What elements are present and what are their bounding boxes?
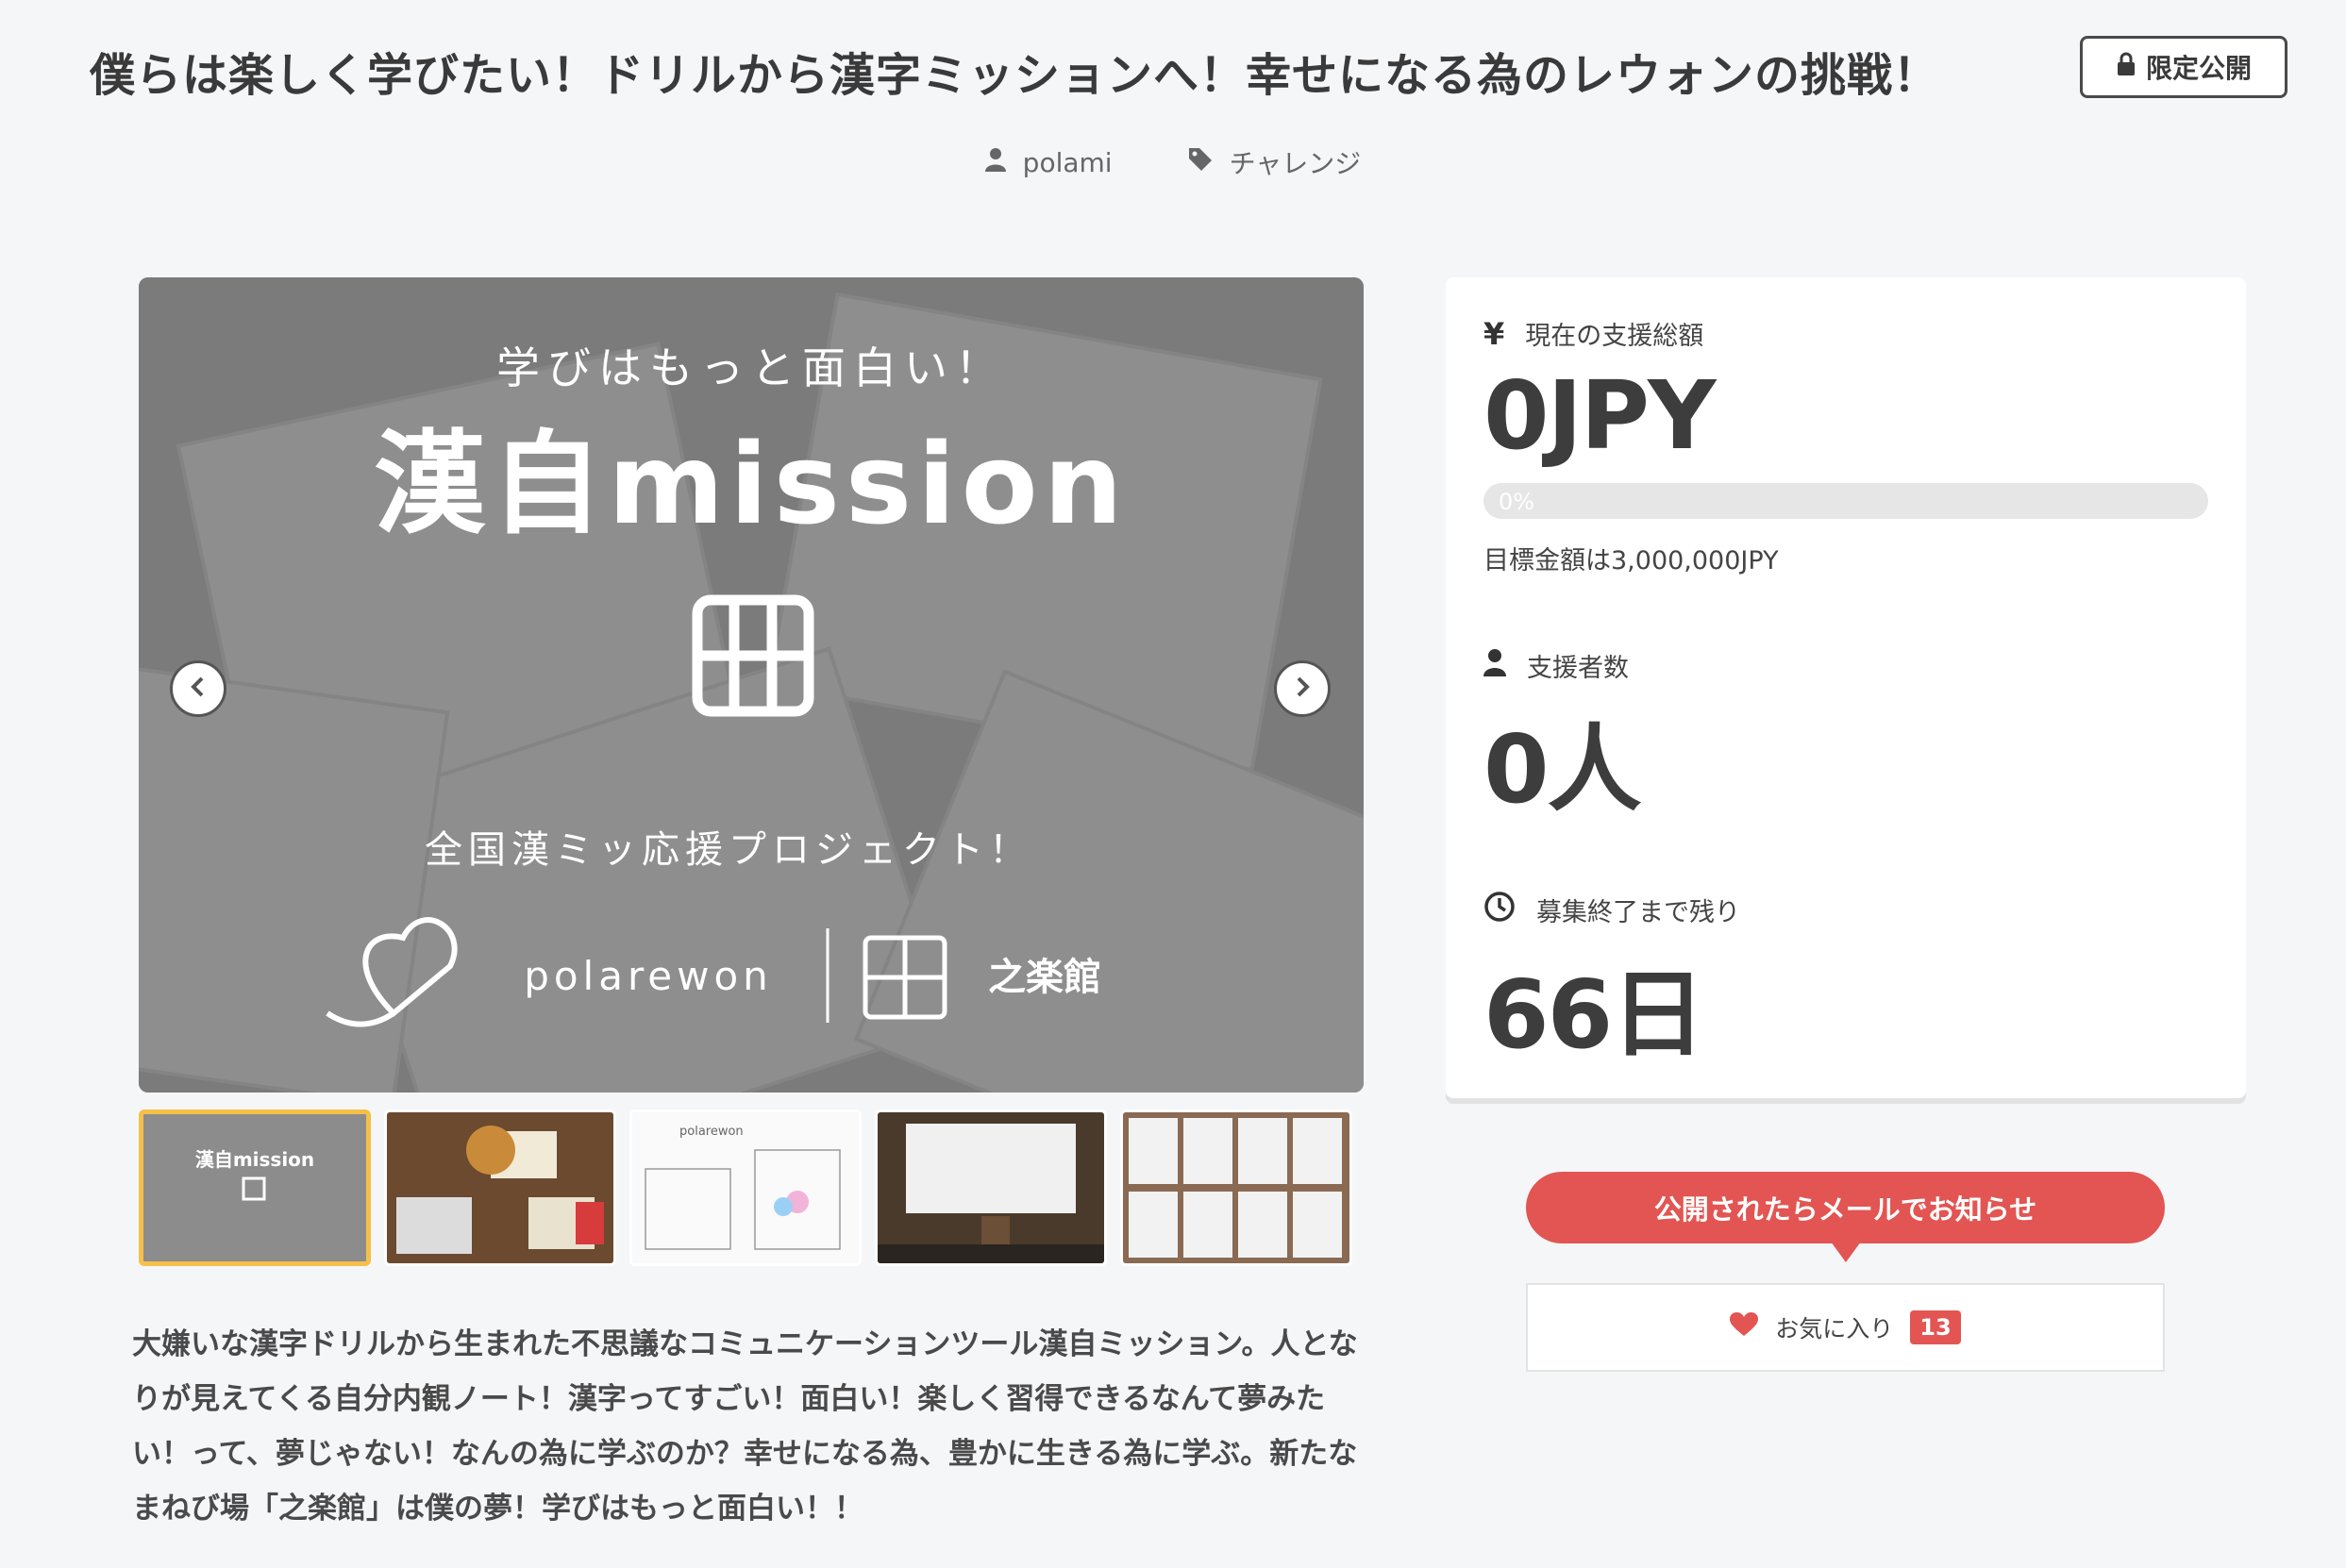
thumbnail-2[interactable] [384, 1109, 616, 1266]
notify-me-button[interactable]: 公開されたらメールでお知らせ [1526, 1172, 2165, 1243]
image-tagline: 学びはもっと面白い！ [496, 342, 1006, 393]
user-icon [1483, 648, 1506, 683]
category-link[interactable]: チャレンジ [1188, 143, 1362, 181]
badge-label: 限定公開 [2145, 53, 2252, 84]
image-logo: 漢自mission [374, 419, 1128, 549]
heart-icon [1730, 1312, 1759, 1343]
thumbnail-1-label: 漢自mission [195, 1148, 314, 1171]
image-brand-right: 之楽館 [988, 956, 1101, 999]
category-name: チャレンジ [1229, 148, 1362, 179]
progress-text: 0% [1499, 489, 1535, 515]
favorite-button[interactable]: お気に入り 13 [1526, 1283, 2165, 1372]
thumbnail-1[interactable]: 漢自mission [139, 1109, 371, 1266]
main-image-art: 学びはもっと面白い！ 漢自mission 全国漢ミッ応援プロジェクト！ pola… [139, 277, 1364, 1093]
thumbnail-4[interactable] [875, 1109, 1107, 1266]
lock-icon [2116, 52, 2137, 83]
stats-card: ¥ 現在の支援総額 0JPY 0% 目標金額は3,000,000JPY 支援者数… [1446, 277, 2246, 1098]
remaining-label: 募集終了まで残り [1483, 891, 1740, 929]
favorite-label: お気に入り [1775, 1315, 1894, 1343]
supporters-label-text: 支援者数 [1527, 654, 1629, 683]
supporters-value: 0人 [1483, 714, 1642, 825]
funding-label-text: 現在の支援総額 [1525, 322, 1704, 351]
user-icon [984, 147, 1006, 178]
thumbnail-strip: 漢自mission polarewon [139, 1109, 1352, 1266]
tag-icon [1188, 147, 1213, 178]
author-name: polami [1022, 146, 1113, 178]
notify-button-tail [1831, 1242, 1861, 1262]
goal-amount: 目標金額は3,000,000JPY [1483, 546, 1779, 575]
author-link[interactable]: polami [984, 143, 1113, 181]
project-meta: polami チャレンジ [0, 143, 2346, 181]
thumbnail-3-label: polarewon [679, 1125, 744, 1139]
chevron-left-icon [186, 675, 210, 703]
image-brand-left: polarewon [524, 953, 773, 999]
project-page: 僕らは楽しく学びたい！ドリルから漢字ミッションへ！幸せになる為のレウォンの挑戦！… [0, 0, 2346, 1568]
funding-value: 0JPY [1483, 360, 1716, 471]
visibility-badge: 限定公開 [2080, 36, 2287, 98]
carousel-prev-button[interactable] [170, 660, 226, 717]
yen-icon: ¥ [1483, 315, 1505, 352]
image-subtitle: 全国漢ミッ応援プロジェクト！ [425, 828, 1032, 872]
remaining-label-text: 募集終了まで残り [1536, 898, 1740, 927]
clock-icon [1483, 891, 1516, 929]
page-title: 僕らは楽しく学びたい！ドリルから漢字ミッションへ！幸せになる為のレウォンの挑戦！ [90, 49, 1940, 102]
remaining-value: 66日 [1483, 959, 1705, 1070]
thumbnail-3[interactable]: polarewon [629, 1109, 862, 1266]
chevron-right-icon [1290, 675, 1315, 703]
funding-progress-bar: 0% [1483, 483, 2208, 519]
project-description: 大嫌いな漢字ドリルから生まれた不思議なコミュニケーションツール漢自ミッション。人… [132, 1327, 1358, 1526]
supporters-label: 支援者数 [1483, 647, 1629, 684]
carousel-next-button[interactable] [1274, 660, 1331, 717]
main-image[interactable]: 学びはもっと面白い！ 漢自mission 全国漢ミッ応援プロジェクト！ pola… [139, 277, 1364, 1093]
funding-label: ¥ 現在の支援総額 [1483, 315, 1703, 352]
favorite-count-badge: 13 [1910, 1310, 1961, 1344]
thumbnail-5[interactable] [1120, 1109, 1352, 1266]
